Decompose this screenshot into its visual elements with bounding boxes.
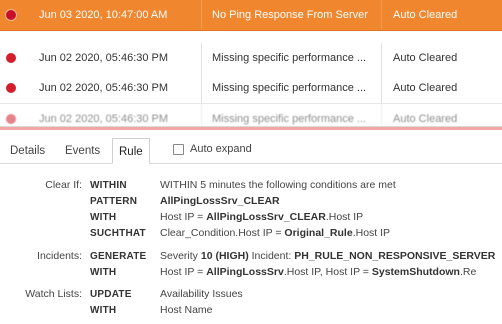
rule-value: AllPingLossSrv_CLEAR	[160, 195, 280, 207]
rule-value: Clear_Condition.Host IP = Original_Rule.…	[160, 227, 391, 239]
event-status: Auto Cleared	[393, 82, 458, 94]
severity-high-icon	[6, 114, 16, 124]
event-name: Missing specific performance ...	[212, 52, 367, 64]
incidents-label: Incidents:	[37, 250, 82, 262]
column-divider	[381, 43, 382, 73]
column-divider	[381, 0, 382, 30]
column-divider	[201, 104, 202, 126]
event-row[interactable]: Jun 03 2020, 10:47:00 AM No Ping Respons…	[0, 0, 502, 31]
severity-high-icon	[6, 53, 16, 63]
rule-keyword: PATTERN	[90, 196, 138, 207]
event-time: Jun 03 2020, 10:47:00 AM	[39, 9, 168, 21]
auto-expand-checkbox[interactable]	[173, 143, 184, 155]
rule-keyword: WITH	[90, 267, 117, 278]
rule-value: Host IP = AllPingLossSrv.Host IP, Host I…	[160, 266, 477, 278]
rule-keyword: WITHIN	[90, 180, 127, 191]
rule-keyword: WITH	[90, 212, 117, 223]
auto-expand-label: Auto expand	[190, 143, 252, 155]
events-list: Jun 03 2020, 10:47:00 AM No Ping Respons…	[0, 0, 502, 127]
column-divider	[201, 0, 202, 30]
clear-if-label: Clear If:	[45, 179, 82, 191]
column-divider	[381, 104, 382, 126]
event-name: Missing specific performance ...	[212, 113, 367, 125]
severity-high-icon	[6, 10, 16, 20]
rule-value: WITHIN 5 minutes the following condition…	[160, 179, 396, 191]
rule-keyword: SUCHTHAT	[90, 228, 146, 239]
event-status: Auto Cleared	[393, 113, 458, 125]
event-time: Jun 02 2020, 05:46:30 PM	[39, 82, 169, 94]
event-time: Jun 02 2020, 05:46:30 PM	[39, 113, 169, 125]
event-name: No Ping Response From Server	[212, 9, 368, 21]
column-divider	[201, 73, 202, 103]
rule-value: Host Name	[160, 304, 213, 316]
rule-keyword: GENERATE	[90, 251, 147, 262]
event-row[interactable]: Jun 02 2020, 05:46:30 PM Missing specifi…	[0, 43, 502, 74]
event-status: Auto Cleared	[393, 52, 458, 64]
column-divider	[381, 73, 382, 103]
event-name: Missing specific performance ...	[212, 82, 367, 94]
tab-details[interactable]: Details	[4, 138, 51, 164]
event-time: Jun 02 2020, 05:46:30 PM	[39, 52, 169, 64]
panel-resize-handle[interactable]	[0, 127, 502, 130]
rule-keyword: UPDATE	[90, 289, 132, 300]
rule-value: Host IP = AllPingLossSrv_CLEAR.Host IP	[160, 211, 364, 223]
auto-expand-toggle[interactable]: Auto expand	[173, 143, 252, 155]
event-row[interactable]: Jun 02 2020, 05:46:30 PM Missing specifi…	[0, 73, 502, 104]
event-status: Auto Cleared	[393, 9, 458, 21]
tab-events[interactable]: Events	[59, 138, 106, 164]
watch-lists-label: Watch Lists:	[25, 288, 82, 300]
event-row[interactable]: Jun 02 2020, 05:46:30 PM Missing specifi…	[0, 104, 502, 126]
column-divider	[201, 43, 202, 73]
rule-keyword: WITH	[90, 305, 117, 316]
severity-high-icon	[6, 83, 16, 93]
rule-value: Availability Issues	[160, 288, 243, 300]
tab-rule[interactable]: Rule	[112, 138, 150, 164]
rule-value: Severity 10 (HIGH) Incident: PH_RULE_NON…	[160, 250, 496, 262]
